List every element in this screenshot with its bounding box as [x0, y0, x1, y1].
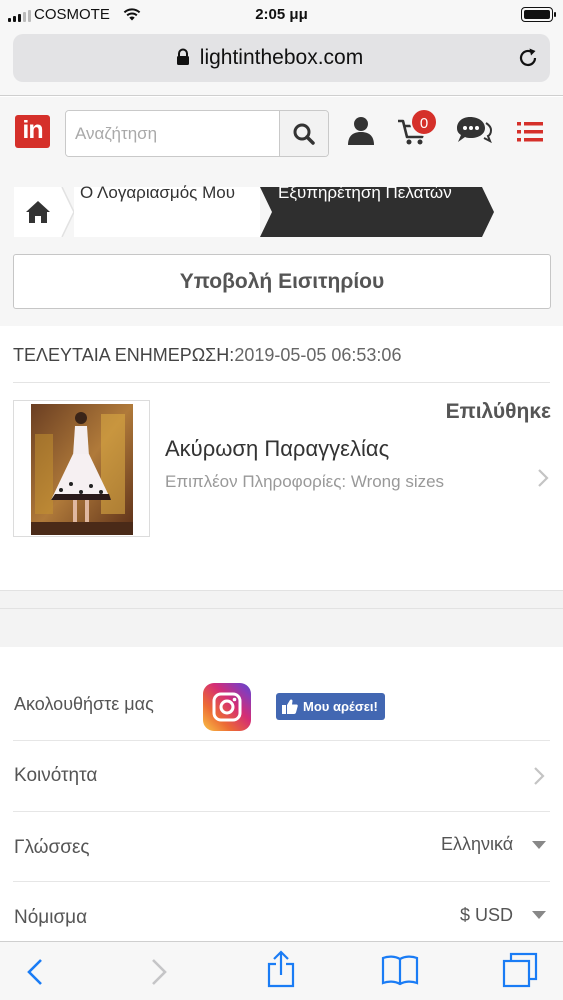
address-bar[interactable]: lightinthebox.com [13, 34, 550, 82]
language-selector[interactable]: Ελληνικά [441, 834, 513, 855]
tabs-icon[interactable] [502, 952, 538, 988]
caret-down-icon [532, 841, 546, 849]
community-link[interactable]: Κοινότητα [14, 765, 97, 787]
submit-ticket-button[interactable]: Υποβολή Εισιτηρίου [13, 254, 551, 309]
currency-selector[interactable]: $ USD [460, 905, 513, 926]
section-separator [0, 590, 563, 647]
search-button[interactable] [279, 111, 328, 156]
browser-address-area: lightinthebox.com [0, 30, 563, 96]
ticket-item[interactable]: Επιλύθηκε Ακύρωση Παραγγελίας Επιπλέον Π… [13, 400, 551, 540]
search-box [65, 110, 329, 157]
reload-icon[interactable] [516, 46, 540, 70]
site-header: in [0, 97, 563, 169]
last-update: ΤΕΛΕΥΤΑΙΑ ΕΝΗΜΕΡΩΣΗ:2019-05-05 06:53:06 [13, 345, 401, 366]
status-time: 2:05 μμ [255, 6, 308, 23]
last-update-value: 2019-05-05 06:53:06 [234, 345, 402, 365]
product-thumbnail [13, 400, 150, 537]
back-icon[interactable] [26, 958, 44, 986]
site-logo[interactable]: in [15, 115, 50, 148]
bookmarks-icon[interactable] [381, 954, 419, 986]
languages-label: Γλώσσες [14, 837, 90, 858]
menu-icon[interactable] [517, 121, 543, 143]
divider [13, 811, 550, 812]
breadcrumb-my-account[interactable]: Ο Λογαριασμός Μου [80, 183, 235, 203]
thumbs-up-icon [282, 699, 298, 714]
breadcrumb-customer-service: Εξυπηρέτηση Πελατών [278, 183, 452, 202]
search-icon [293, 123, 315, 145]
last-update-label: ΤΕΛΕΥΤΑΙΑ ΕΝΗΜΕΡΩΣΗ: [13, 345, 235, 365]
battery-icon [521, 7, 556, 22]
facebook-like-button[interactable]: Μου αρέσει! [276, 693, 385, 720]
chevron-right-icon [538, 469, 549, 487]
instagram-icon[interactable] [203, 683, 251, 731]
ticket-status: Επιλύθηκε [445, 400, 551, 423]
facebook-like-label: Μου αρέσει! [303, 699, 378, 714]
browser-toolbar [0, 941, 563, 1000]
status-bar: COSMOTE 2:05 μμ [0, 0, 563, 30]
user-icon[interactable] [346, 115, 376, 147]
chevron-right-icon [534, 767, 545, 785]
cart-count-badge: 0 [410, 108, 438, 136]
share-icon[interactable] [266, 950, 296, 988]
divider [13, 881, 550, 882]
caret-down-icon [532, 911, 546, 919]
product-photo [31, 404, 133, 535]
chat-icon[interactable] [456, 113, 492, 147]
forward-icon[interactable] [150, 958, 168, 986]
follow-us-label: Ακολουθήστε μας [14, 694, 154, 714]
divider [13, 382, 550, 383]
home-icon[interactable] [25, 200, 51, 224]
ticket-reason: Ακύρωση Παραγγελίας [165, 436, 390, 461]
currency-label: Νόμισμα [14, 907, 88, 928]
breadcrumb-area: Ο Λογαριασμός Μου Εξυπηρέτηση Πελατών Υπ… [0, 169, 563, 326]
ticket-extra-info: Επιπλέον Πληροφορίες: Wrong sizes [165, 472, 445, 491]
url-text: lightinthebox.com [199, 46, 364, 69]
divider [13, 740, 550, 741]
search-input[interactable] [66, 111, 280, 156]
